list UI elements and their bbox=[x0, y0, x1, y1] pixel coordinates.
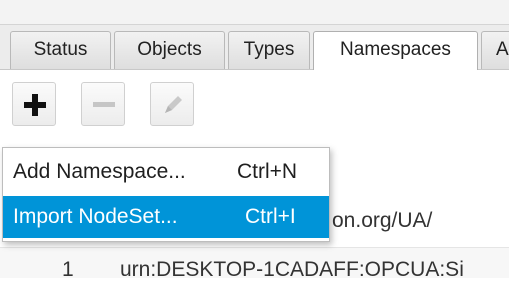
menu-item-shortcut: Ctrl+I bbox=[245, 205, 296, 228]
remove-namespace-button[interactable] bbox=[81, 82, 125, 126]
namespace-uri: urn:DESKTOP-1CADAFF:OPCUA:Si bbox=[120, 258, 464, 281]
window-top-strip bbox=[0, 0, 509, 25]
minus-icon bbox=[93, 102, 115, 107]
namespace-index: 1 bbox=[62, 258, 74, 281]
tab-types[interactable]: Types bbox=[228, 31, 310, 69]
namespace-toolbar bbox=[0, 70, 509, 144]
plus-icon bbox=[24, 94, 46, 116]
tab-overflow[interactable]: A bbox=[481, 31, 509, 69]
add-namespace-button[interactable] bbox=[12, 82, 56, 126]
edit-namespace-button[interactable] bbox=[150, 82, 194, 126]
menu-item-import-nodeset[interactable]: Import NodeSet... Ctrl+I bbox=[3, 196, 329, 238]
tab-bar: Status Objects Types Namespaces A bbox=[0, 25, 509, 70]
tab-objects[interactable]: Objects bbox=[114, 31, 225, 69]
tab-status[interactable]: Status bbox=[10, 31, 111, 69]
list-item[interactable]: 1 urn:DESKTOP-1CADAFF:OPCUA:Si bbox=[0, 247, 509, 281]
pencil-icon bbox=[165, 96, 182, 113]
menu-item-add-namespace[interactable]: Add Namespace... Ctrl+N bbox=[3, 151, 329, 193]
menu-item-label: Import NodeSet... bbox=[13, 205, 178, 228]
namespace-uri: on.org/UA/ bbox=[332, 209, 433, 232]
tab-namespaces[interactable]: Namespaces bbox=[313, 31, 478, 70]
menu-item-shortcut: Ctrl+N bbox=[237, 160, 298, 183]
add-menu-popup: Add Namespace... Ctrl+N Import NodeSet..… bbox=[2, 147, 330, 242]
menu-item-label: Add Namespace... bbox=[13, 160, 186, 183]
